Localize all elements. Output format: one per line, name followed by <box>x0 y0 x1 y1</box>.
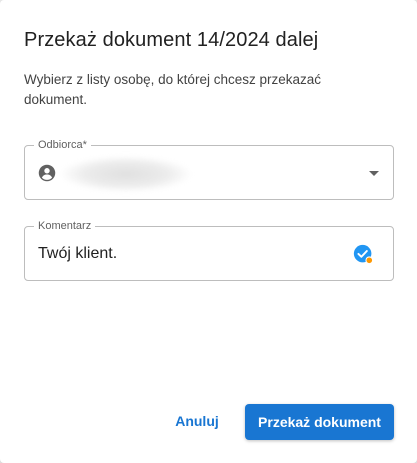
dialog-title: Przekaż dokument 14/2024 dalej <box>24 29 319 51</box>
cancel-button[interactable]: Anuluj <box>167 406 227 436</box>
forward-document-button[interactable]: Przekaż dokument <box>245 404 394 440</box>
comment-field[interactable]: Komentarz Twój klient. <box>24 219 394 281</box>
chevron-down-icon[interactable] <box>369 171 379 176</box>
recipient-value-redacted <box>61 156 191 192</box>
comment-input[interactable]: Twój klient. <box>38 245 117 263</box>
dialog-description: Wybierz z listy osobę, do której chcesz … <box>24 72 321 107</box>
recipient-select[interactable]: Odbiorca* <box>24 138 394 200</box>
check-circle-icon <box>353 244 374 265</box>
comment-label: Komentarz <box>34 219 96 233</box>
recipient-label: Odbiorca* <box>34 138 91 152</box>
person-icon <box>38 164 56 182</box>
forward-document-dialog: Przekaż dokument 14/2024 dalej Wybierz z… <box>0 0 417 463</box>
